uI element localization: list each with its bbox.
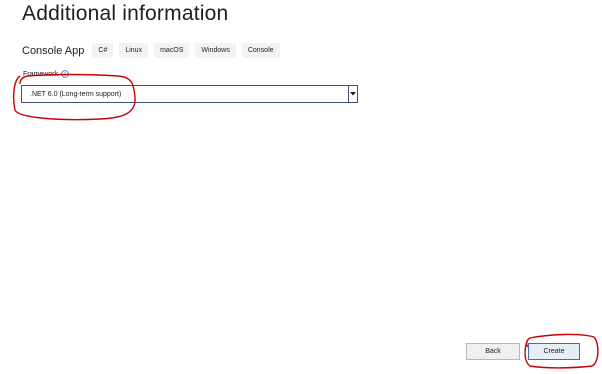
back-button[interactable]: Back (466, 343, 520, 360)
chevron-down-icon[interactable] (348, 86, 357, 102)
info-icon[interactable] (61, 70, 69, 78)
framework-label-text: Framework (23, 70, 59, 78)
template-name: Console App (22, 44, 85, 57)
framework-select[interactable]: .NET 6.0 (Long-term support) (21, 85, 358, 103)
template-header: Console App C# Linux macOS Windows Conso… (22, 43, 286, 58)
framework-label: Framework (23, 70, 69, 78)
tag-console: Console (241, 43, 280, 58)
tag-windows: Windows (195, 43, 236, 58)
create-button[interactable]: Create (528, 343, 580, 360)
tag-linux: Linux (119, 43, 149, 58)
template-tags: C# Linux macOS Windows Console (92, 43, 285, 58)
framework-select-value: .NET 6.0 (Long-term support) (30, 90, 122, 98)
tag-macos: macOS (154, 43, 190, 58)
page-title: Additional information (22, 2, 229, 25)
tag-csharp: C# (92, 43, 114, 58)
